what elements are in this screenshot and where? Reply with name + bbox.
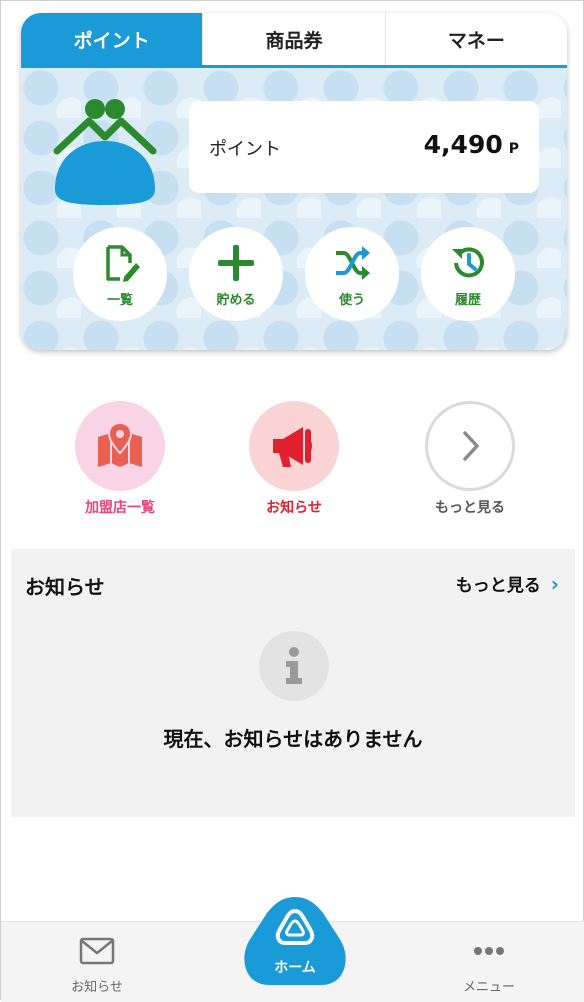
chevron-right-icon [463,431,479,461]
nav-news[interactable]: お知らせ [37,922,157,1002]
news-circle [249,401,339,491]
app-frame: ポイント 商品券 マネー ポイント 4,490 P 一覧 貯める 使う 履歴 加… [0,0,584,1002]
point-label: ポイント [209,139,281,160]
more-dots-icon [474,947,504,955]
history-label: 履歴 [454,293,481,308]
list-button[interactable]: 一覧 [73,227,167,321]
notice-empty-message: 現在、お知らせはありません [163,727,423,751]
notice-more-label: もっと見る [455,576,541,596]
news-link[interactable]: お知らせ [229,401,359,521]
earn-label: 貯める [216,293,256,308]
history-icon [452,247,484,278]
plus-icon [218,245,254,281]
point-value: 4,490 P [424,130,519,159]
map-pin-icon [98,421,142,467]
earn-button[interactable]: 貯める [189,227,283,321]
more-label: もっと見る [435,500,505,516]
notice-more-link[interactable]: もっと見る › [455,571,559,597]
point-card: ポイント 商品券 マネー ポイント 4,490 P 一覧 貯める 使う 履歴 [21,13,567,350]
info-icon [259,631,329,701]
notice-section: お知らせ もっと見る › 現在、お知らせはありません [11,549,575,817]
use-label: 使う [338,293,365,308]
tab-gift-certificate[interactable]: 商品券 [203,13,386,65]
nav-menu-label: メニュー [462,980,515,995]
tab-point[interactable]: ポイント [21,13,204,65]
news-label: お知らせ [266,500,322,516]
notice-title: お知らせ [25,575,105,599]
chevron-right-icon: › [550,571,559,596]
shuffle-icon [336,246,370,280]
megaphone-icon [273,427,312,467]
merchant-list-circle [75,401,165,491]
list-label: 一覧 [106,293,133,308]
nav-home-label: ホーム [274,960,316,976]
merchant-list-link[interactable]: 加盟店一覧 [55,401,185,521]
more-link[interactable]: もっと見る [405,401,535,521]
merchant-list-label: 加盟店一覧 [85,500,155,516]
use-button[interactable]: 使う [305,227,399,321]
nav-home-button[interactable]: ホーム [243,895,347,991]
mascot-logo [53,99,157,205]
mail-icon [79,937,115,965]
info-glyph [286,647,302,684]
action-row: 一覧 貯める 使う 履歴 [21,227,567,323]
nav-news-label: お知らせ [71,980,123,995]
point-balance-box: ポイント 4,490 P [189,101,539,193]
tab-bar: ポイント 商品券 マネー [21,13,567,65]
tab-money[interactable]: マネー [385,13,567,65]
document-edit-icon [106,245,140,282]
history-button[interactable]: 履歴 [421,227,515,321]
point-unit: P [508,141,519,157]
point-number: 4,490 [423,130,503,159]
more-circle [425,401,515,491]
nav-menu[interactable]: メニュー [429,922,549,1002]
